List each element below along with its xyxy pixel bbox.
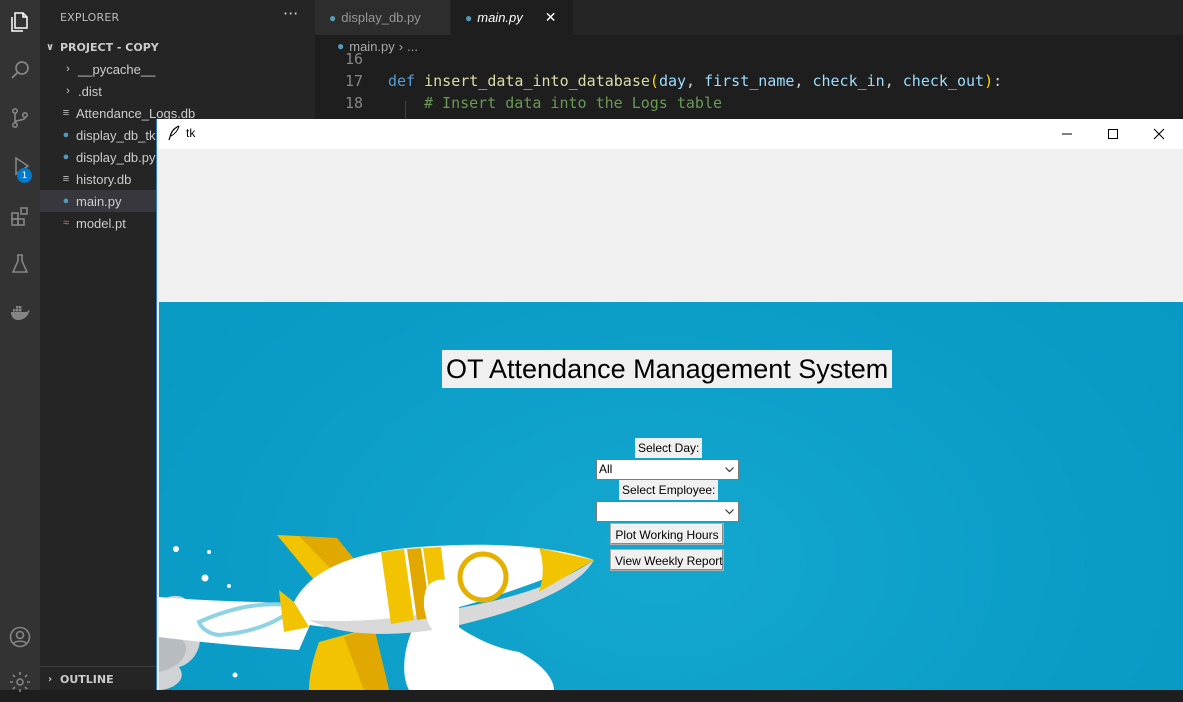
tab-display-db-py[interactable]: ● display_db.py [315, 0, 450, 35]
paren: ( [649, 72, 659, 90]
select-employee-combobox[interactable] [596, 501, 739, 522]
indent-guide [405, 101, 406, 121]
param: check_out [902, 72, 985, 90]
tree-item-label: display_db.py [76, 149, 156, 165]
param: day [658, 72, 687, 90]
chevron-down-icon [722, 460, 736, 479]
plot-working-hours-button[interactable]: Plot Working Hours [610, 523, 724, 545]
paren: ) [984, 72, 994, 90]
punct: , [884, 72, 903, 90]
line-number: 18 [344, 94, 363, 112]
param: first_name [704, 72, 795, 90]
tab-label: display_db.py [341, 10, 421, 25]
tab-label: main.py [477, 10, 523, 25]
python-file-icon: ● [62, 129, 70, 141]
param: check_in [812, 72, 885, 90]
tk-client-area: OT Attendance Management System Select D… [157, 149, 1183, 690]
line-number: 16 [344, 50, 363, 68]
select-employee-label: Select Employee: [619, 480, 719, 500]
code-line: def insert_data_into_database(day, first… [388, 72, 1002, 90]
chevron-right-icon: › [66, 85, 70, 97]
comment: # Insert data into the Logs table [424, 94, 723, 112]
source-control-icon[interactable] [0, 98, 40, 138]
files-icon[interactable] [0, 2, 40, 42]
close-tab-icon[interactable]: ✕ [545, 9, 557, 26]
debug-badge: 1 [17, 168, 32, 183]
chevron-down-icon: ∨ [45, 41, 55, 53]
punct: , [686, 72, 705, 90]
tk-feather-icon [168, 125, 180, 141]
python-file-icon: ● [465, 10, 473, 25]
background-canvas: OT Attendance Management System Select D… [159, 302, 1183, 690]
view-weekly-report-button[interactable]: View Weekly Report [610, 549, 724, 571]
python-file-icon: ● [62, 151, 70, 163]
app-title: OT Attendance Management System [442, 350, 893, 388]
rss-file-icon: ≈ [62, 217, 70, 229]
docker-icon[interactable] [0, 292, 40, 332]
select-day-value: All [599, 462, 613, 476]
python-file-icon: ● [62, 195, 70, 207]
tree-item-label: display_db_tki [76, 127, 159, 143]
breadcrumb: ● main.py › ... [315, 35, 1183, 57]
chevron-down-icon [722, 502, 736, 521]
search-icon[interactable] [0, 50, 40, 90]
tree-item-label: __pycache__ [78, 61, 156, 77]
tab-main-py[interactable]: ● main.py ✕ [451, 0, 573, 35]
line-number: 17 [344, 72, 363, 90]
testing-icon[interactable] [0, 244, 40, 284]
editor-tab-bar: ● display_db.py ● main.py ✕ [315, 0, 1183, 35]
tree-item-label: main.py [76, 193, 122, 209]
tk-title-bar[interactable]: tk [157, 119, 1183, 149]
tree-item-dist[interactable]: › .dist [40, 80, 315, 102]
project-label: PROJECT - COPY [60, 40, 159, 54]
tree-item-pycache[interactable]: › __pycache__ [40, 58, 315, 80]
breadcrumb-separator: › [398, 38, 404, 54]
tk-window-title: tk [186, 126, 196, 140]
chevron-right-icon: › [47, 673, 53, 685]
explorer-header: EXPLORER [60, 11, 120, 24]
database-file-icon: ≡ [62, 107, 70, 119]
outline-label: OUTLINE [60, 672, 114, 686]
account-icon[interactable] [0, 617, 40, 657]
activity-bar: 1 [0, 0, 40, 692]
more-actions-icon[interactable]: ··· [283, 4, 298, 23]
punct: : [993, 72, 1003, 90]
close-icon[interactable] [1136, 119, 1182, 149]
python-file-icon: ● [329, 10, 337, 25]
maximize-icon[interactable] [1090, 119, 1136, 149]
extensions-icon[interactable] [0, 196, 40, 236]
chevron-right-icon: › [66, 63, 70, 75]
function-name: insert_data_into_database [424, 72, 650, 90]
keyword: def [388, 72, 416, 90]
settings-gear-icon[interactable] [0, 662, 40, 702]
tk-window: tk OT Attendance Management System Selec… [156, 119, 1183, 690]
tree-item-label: .dist [78, 83, 102, 99]
select-day-combobox[interactable]: All [596, 459, 739, 480]
breadcrumb-rest[interactable]: ... [407, 39, 418, 54]
code-line: # Insert data into the Logs table [424, 94, 722, 112]
select-day-label: Select Day: [635, 438, 703, 458]
minimize-icon[interactable] [1044, 119, 1090, 149]
tree-item-label: model.pt [76, 215, 126, 231]
tree-item-label: history.db [76, 171, 132, 187]
punct: , [794, 72, 813, 90]
project-folder[interactable]: ∨ PROJECT - COPY [40, 36, 315, 58]
database-file-icon: ≡ [62, 173, 70, 185]
